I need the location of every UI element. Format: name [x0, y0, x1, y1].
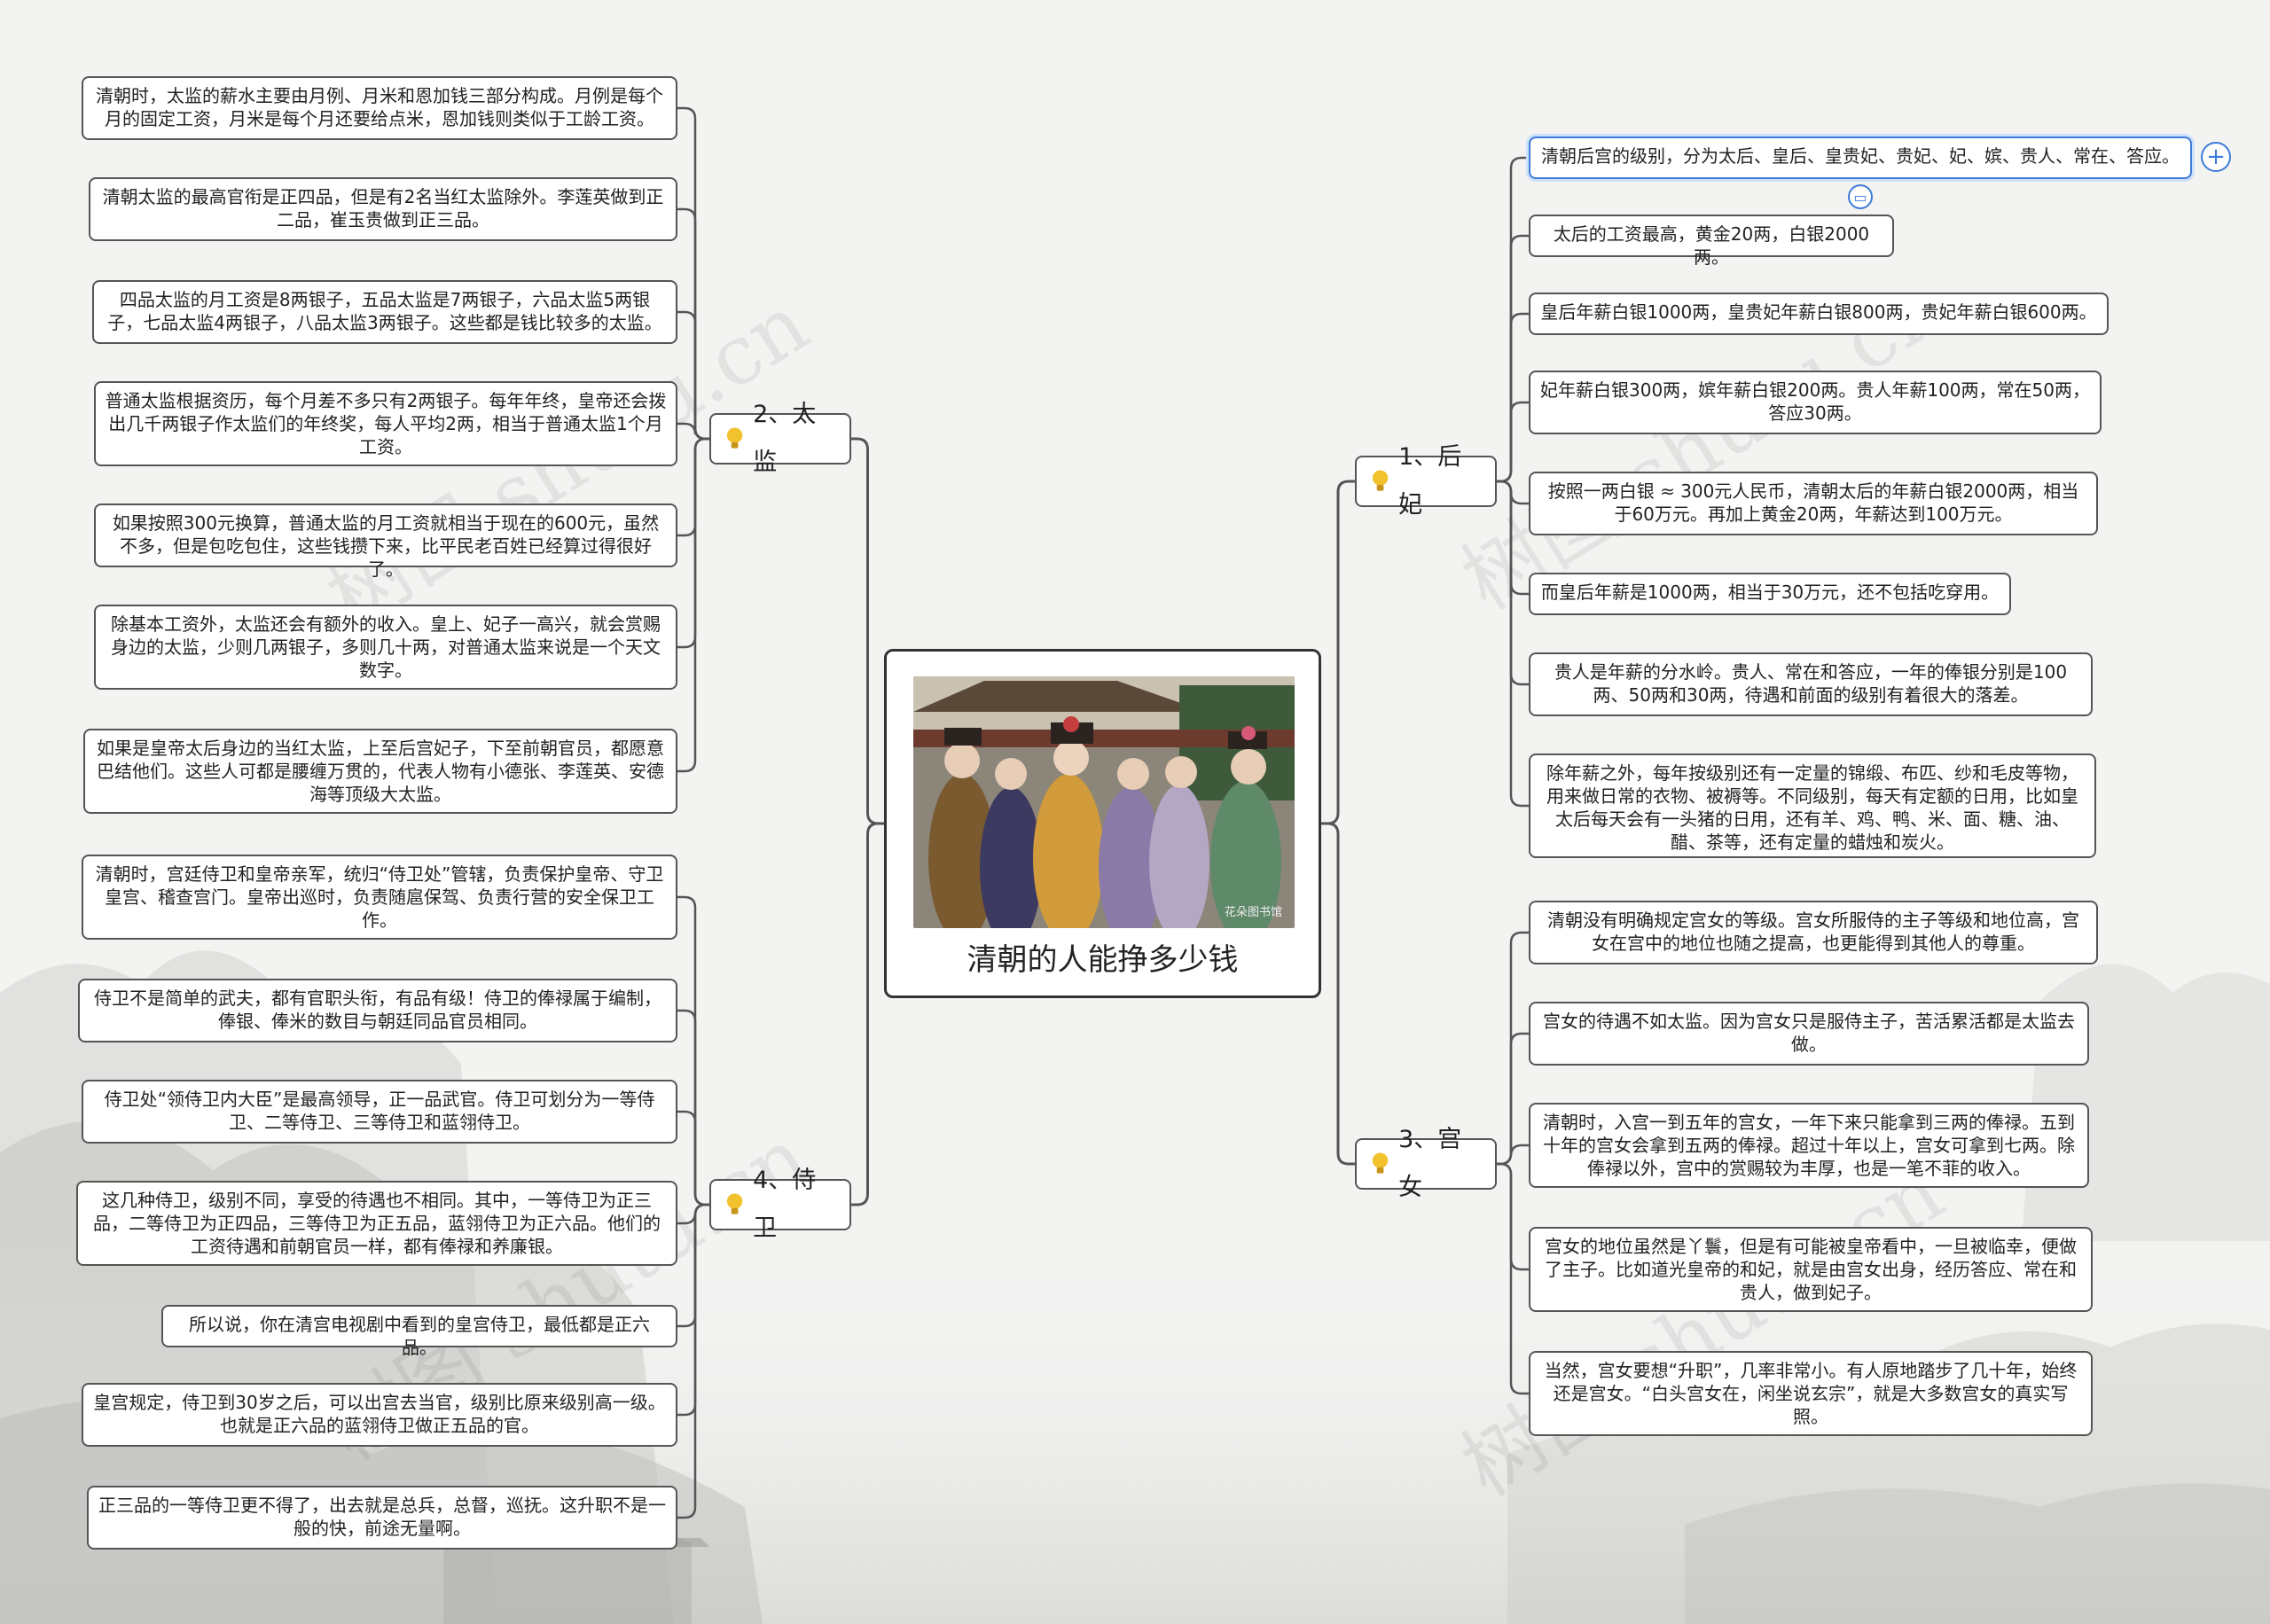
guard-leaf[interactable]: 所以说，你在清宫电视剧中看到的皇宫侍卫，最低都是正六品。 [161, 1305, 677, 1358]
guard-leaf[interactable]: 正三品的一等侍卫更不得了，出去就是总兵，总督，巡抚。这升职不是一般的快，前途无量… [87, 1486, 677, 1550]
connector-line [1497, 401, 1529, 483]
connector-line [851, 437, 884, 825]
consort-leaf-selected[interactable]: 清朝后宫的级别，分为太后、皇后、皇贵妃、贵妃、妃、嫔、贵人、常在、答应。 [1529, 137, 2192, 179]
connector-line [1497, 1162, 1529, 1395]
connector-line [1497, 234, 1529, 483]
branch-label: 1、后妃 [1398, 443, 1462, 519]
consort-leaf[interactable]: 按照一两白银 ≈ 300元人民币，清朝太后的年薪白银2000两，相当于60万元。… [1529, 472, 2098, 535]
branch-guard[interactable]: 4、侍卫 [709, 1167, 851, 1242]
central-topic-title: 清朝的人能挣多少钱 [967, 942, 1239, 978]
maid-leaf[interactable]: 清朝时，入宫一到五年的宫女，一年下来只能拿到三两的俸禄。五到十年的宫女会拿到五两… [1529, 1103, 2089, 1188]
connector-line [677, 437, 709, 537]
connector-line [1497, 312, 1529, 483]
branch-label: 3、宫女 [1398, 1126, 1462, 1201]
connector-line [1497, 1144, 1529, 1166]
guard-leaf[interactable]: 皇宫规定，侍卫到30岁之后，可以出宫去当官，级别比原来级别高一级。也就是正六品的… [82, 1383, 677, 1447]
guard-leaf[interactable]: 这几种侍卫，级别不同，享受的待遇也不相同。其中，一等侍卫为正三品，二等侍卫为正四… [76, 1181, 677, 1266]
consort-leaf[interactable]: 皇后年薪白银1000两，皇贵妃年薪白银800两，贵妃年薪白银600两。 [1529, 293, 2109, 335]
eunuch-leaf[interactable]: 普通太监根据资历，每个月差不多只有2两银子。每年年终，皇帝还会拨出几千两银子作太… [94, 381, 677, 466]
branch-eunuch[interactable]: 2、太监 [709, 401, 851, 476]
lightbulb-icon [726, 427, 743, 449]
central-topic[interactable]: 花朵图书馆 清朝的人能挣多少钱 [884, 649, 1321, 998]
eunuch-leaf[interactable]: 如果是皇帝太后身边的当红太监，上至后宫妃子，下至前朝官员，都愿意巴结他们。这些人… [83, 729, 677, 814]
qing-palace-photo: 花朵图书馆 [913, 676, 1295, 928]
maid-leaf[interactable]: 清朝没有明确规定宫女的等级。宫女所服侍的主子等级和地位高，宫女在宫中的地位也随之… [1529, 901, 2098, 964]
eunuch-leaf[interactable]: 如果按照300元换算，普通太监的月工资就相当于现在的600元，虽然不多，但是包吃… [94, 504, 677, 580]
lightbulb-icon [726, 1193, 743, 1214]
branch-label: 4、侍卫 [753, 1167, 817, 1242]
consort-leaf[interactable]: 贵人是年薪的分水岭。贵人、常在和答应，一年的俸银分别是100两、50两和30两，… [1529, 652, 2093, 716]
maid-leaf[interactable]: 当然，宫女要想“升职”，几率非常小。有人原地踏步了几十年，始终还是宫女。“白头宫… [1529, 1351, 2093, 1436]
consort-leaf[interactable]: 太后的工资最高，黄金20两，白银2000两。 [1529, 215, 1894, 268]
photo-caption: 花朵图书馆 [1224, 906, 1282, 919]
connector-line [1321, 480, 1355, 825]
lightbulb-icon [1372, 470, 1389, 491]
connector-line [1497, 1162, 1529, 1271]
consort-leaf[interactable]: 而皇后年薪是1000两，相当于30万元，还不包括吃穿用。 [1529, 573, 2011, 615]
consort-leaf[interactable]: 妃年薪白银300两，嫔年薪白银200两。贵人年薪100两，常在50两，答应30两… [1529, 371, 2102, 434]
branch-consort[interactable]: 1、后妃 [1355, 443, 1497, 519]
collapse-icon[interactable]: ▭ [1848, 184, 1873, 209]
guard-leaf[interactable]: 侍卫不是简单的武夫，都有官职头衔，有品有级！侍卫的俸禄属于编制，俸银、俸米的数目… [78, 979, 677, 1042]
connector-line [677, 437, 709, 649]
consort-leaf[interactable]: 除年薪之外，每年按级别还有一定量的锦缎、布匹、纱和毛皮等物，用来做日常的衣物、被… [1529, 753, 2096, 858]
branch-label: 2、太监 [753, 401, 817, 476]
eunuch-leaf[interactable]: 除基本工资外，太监还会有额外的收入。皇上、妃子一高兴，就会赏赐身边的太监，少则几… [94, 605, 677, 690]
eunuch-leaf[interactable]: 清朝太监的最高官衔是正四品，但是有2名当红太监除外。李莲英做到正二品，崔玉贵做到… [89, 177, 677, 241]
add-circle-icon[interactable]: + [2201, 142, 2231, 172]
guard-leaf[interactable]: 清朝时，宫廷侍卫和皇帝亲军，统归“侍卫处”管辖，负责保护皇帝、守卫皇宫、稽查宫门… [82, 855, 677, 940]
branch-maid[interactable]: 3、宫女 [1355, 1126, 1497, 1201]
lightbulb-icon [1372, 1152, 1389, 1174]
maid-leaf[interactable]: 宫女的待遇不如太监。因为宫女只是服侍主子，苦活累活都是太监去做。 [1529, 1002, 2089, 1066]
connector-line [1497, 931, 1529, 1166]
eunuch-leaf[interactable]: 清朝时，太监的薪水主要由月例、月米和恩加钱三部分构成。月例是每个月的固定工资，月… [82, 76, 677, 140]
guard-leaf[interactable]: 侍卫处“领侍卫内大臣”是最高领导，正一品武官。侍卫可划分为一等侍卫、二等侍卫、三… [82, 1080, 677, 1144]
connector-line [851, 822, 884, 1206]
connector-line [1321, 822, 1355, 1166]
maid-leaf[interactable]: 宫女的地位虽然是丫鬟，但是有可能被皇帝看中，一旦被临幸，便做了主子。比如道光皇帝… [1529, 1227, 2093, 1312]
connector-line [677, 437, 709, 773]
eunuch-leaf[interactable]: 四品太监的月工资是8两银子，五品太监是7两银子，六品太监5两银子，七品太监4两银… [92, 280, 677, 344]
